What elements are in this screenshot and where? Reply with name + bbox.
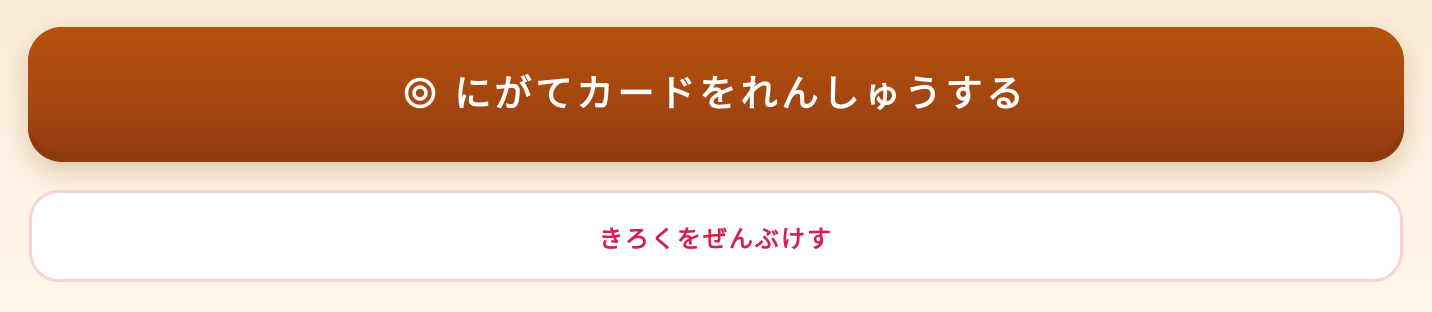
practice-weak-cards-button[interactable]: にがてカードをれんしゅうする xyxy=(28,27,1404,153)
target-icon xyxy=(404,75,436,109)
clear-records-button[interactable]: きろくをぜんぶけす xyxy=(29,190,1403,282)
practice-button-container: にがてカードをれんしゅうする xyxy=(28,27,1404,162)
clear-button-label: きろくをぜんぶけす xyxy=(599,224,833,253)
practice-button-label: にがてカードをれんしゅうする xyxy=(454,72,1028,115)
